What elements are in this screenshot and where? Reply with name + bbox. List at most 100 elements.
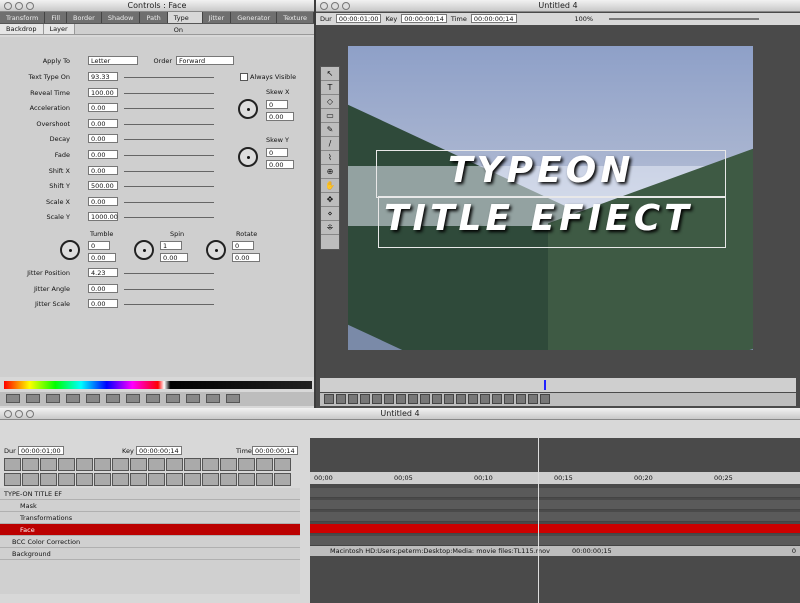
jitter-field[interactable]: 0.00 bbox=[88, 299, 118, 309]
tool-button[interactable] bbox=[166, 458, 183, 471]
skip-forward-icon[interactable] bbox=[540, 394, 550, 404]
skip-back-icon[interactable] bbox=[468, 394, 478, 404]
param-field[interactable]: 0.00 bbox=[88, 118, 118, 128]
tool-button[interactable] bbox=[112, 458, 129, 471]
line-tool-icon[interactable]: / bbox=[321, 137, 339, 151]
zoom-button[interactable] bbox=[26, 410, 34, 418]
tool-button[interactable] bbox=[238, 472, 255, 486]
tool-button[interactable] bbox=[112, 472, 129, 486]
tool-button[interactable] bbox=[4, 458, 21, 471]
tool-button[interactable] bbox=[148, 472, 165, 486]
window-buttons[interactable] bbox=[320, 2, 350, 10]
skew-y-dial[interactable] bbox=[238, 147, 258, 167]
tool-button[interactable] bbox=[186, 394, 200, 403]
scrubber-playhead[interactable] bbox=[544, 380, 546, 390]
timeline-playhead[interactable] bbox=[538, 438, 539, 603]
tool-button[interactable] bbox=[396, 394, 406, 404]
key-field[interactable]: 00:00:00;14 bbox=[136, 446, 182, 455]
skew-y-turns[interactable]: 0 bbox=[266, 148, 288, 157]
pen-tool-icon[interactable]: ✎ bbox=[321, 123, 339, 137]
media-path-bar[interactable]: Macintosh HD:Users:peterm:Desktop:Media:… bbox=[310, 546, 800, 556]
tab-generator[interactable]: Generator bbox=[231, 12, 278, 23]
tool-button[interactable] bbox=[22, 458, 39, 471]
param-field[interactable]: 0.00 bbox=[88, 134, 118, 144]
track-lane[interactable] bbox=[310, 500, 800, 510]
tab-type-on[interactable]: Type On bbox=[167, 12, 203, 34]
dur-field[interactable]: 00:00:01;00 bbox=[18, 446, 64, 455]
skew-x-turns[interactable]: 0 bbox=[266, 100, 288, 109]
param-field[interactable]: 0.00 bbox=[88, 150, 118, 159]
tumble-dial[interactable] bbox=[60, 240, 80, 260]
tool-button[interactable] bbox=[4, 472, 21, 486]
tool-button[interactable] bbox=[106, 394, 120, 403]
tool-button[interactable] bbox=[148, 458, 165, 471]
jitter-field[interactable]: 0.00 bbox=[88, 283, 118, 293]
color-spectrum[interactable] bbox=[4, 381, 312, 389]
tool-button[interactable] bbox=[58, 458, 75, 471]
play-icon[interactable] bbox=[516, 394, 526, 404]
dur-field[interactable]: 00:00:01;00 bbox=[335, 14, 382, 23]
tool-button[interactable] bbox=[6, 394, 20, 403]
track-row[interactable]: BCC Color Correction bbox=[0, 536, 300, 548]
key-field[interactable]: 00:00:00;14 bbox=[401, 14, 447, 23]
param-slider[interactable] bbox=[124, 108, 214, 110]
track-row[interactable]: Background bbox=[0, 548, 300, 560]
tool-button[interactable] bbox=[444, 394, 454, 404]
tool-button[interactable] bbox=[226, 394, 240, 403]
timeline-tracks-area[interactable]: 00;00 00;05 00;10 00;15 00;20 00;25 Maci… bbox=[310, 438, 800, 603]
tool-button[interactable] bbox=[184, 472, 201, 486]
always-visible-checkbox[interactable] bbox=[240, 73, 248, 81]
param-slider[interactable] bbox=[124, 201, 214, 203]
spin-dial[interactable] bbox=[134, 240, 154, 260]
tool-button[interactable] bbox=[220, 458, 237, 471]
tool-button[interactable] bbox=[384, 394, 394, 404]
zoom-button[interactable] bbox=[342, 2, 350, 10]
tool-button[interactable] bbox=[408, 394, 418, 404]
param-slider[interactable] bbox=[124, 123, 214, 125]
minimize-button[interactable] bbox=[15, 410, 23, 418]
param-field[interactable]: 0.00 bbox=[88, 103, 118, 113]
zoom-slider[interactable] bbox=[609, 18, 760, 20]
tool-button[interactable] bbox=[126, 394, 140, 403]
tumble-turns[interactable]: 0 bbox=[88, 241, 110, 250]
tool-button[interactable] bbox=[432, 394, 442, 404]
rotate-turns[interactable]: 0 bbox=[232, 241, 254, 250]
param-field[interactable]: 0.00 bbox=[88, 196, 118, 206]
tool-button[interactable] bbox=[238, 458, 255, 471]
skew-x-dial[interactable] bbox=[238, 99, 258, 119]
tool-button[interactable] bbox=[348, 394, 358, 404]
subtab-layer[interactable]: Layer bbox=[43, 24, 75, 34]
tool-button[interactable] bbox=[130, 472, 147, 486]
tab-shadow[interactable]: Shadow bbox=[101, 12, 141, 23]
tab-fill[interactable]: Fill bbox=[45, 12, 68, 23]
tool-button[interactable] bbox=[46, 394, 60, 403]
rect-tool-icon[interactable]: ▭ bbox=[321, 109, 339, 123]
tab-border[interactable]: Border bbox=[67, 12, 102, 23]
rotate-dial[interactable] bbox=[206, 240, 226, 260]
track-row-selected[interactable]: Face bbox=[0, 524, 300, 536]
param-field[interactable]: 0.00 bbox=[88, 165, 118, 175]
minimize-button[interactable] bbox=[331, 2, 339, 10]
subtab-backdrop[interactable]: Backdrop bbox=[0, 24, 44, 34]
track-row[interactable]: Mask bbox=[0, 500, 300, 512]
jitter-slider[interactable] bbox=[124, 304, 214, 306]
skew-y-degrees[interactable]: 0.00 bbox=[266, 160, 294, 169]
grid-tool-icon[interactable]: ⁜ bbox=[321, 221, 339, 235]
tool-button[interactable] bbox=[220, 472, 237, 486]
tool-button[interactable] bbox=[336, 394, 346, 404]
jitter-slider[interactable] bbox=[124, 288, 214, 290]
tool-button[interactable] bbox=[66, 394, 80, 403]
tool-button[interactable] bbox=[76, 472, 93, 486]
tool-button[interactable] bbox=[146, 394, 160, 403]
close-button[interactable] bbox=[320, 2, 328, 10]
spin-degrees[interactable]: 0.00 bbox=[160, 253, 188, 262]
tool-button[interactable] bbox=[256, 472, 273, 486]
spin-turns[interactable]: 1 bbox=[160, 241, 182, 250]
tab-transform[interactable]: Transform bbox=[0, 12, 46, 23]
tool-button[interactable] bbox=[166, 472, 183, 486]
param-field[interactable]: 93.33 bbox=[88, 72, 118, 81]
param-slider[interactable] bbox=[124, 92, 214, 94]
track-lane-selected[interactable] bbox=[310, 524, 800, 534]
play-reverse-icon[interactable] bbox=[492, 394, 502, 404]
jitter-slider[interactable] bbox=[124, 273, 214, 274]
